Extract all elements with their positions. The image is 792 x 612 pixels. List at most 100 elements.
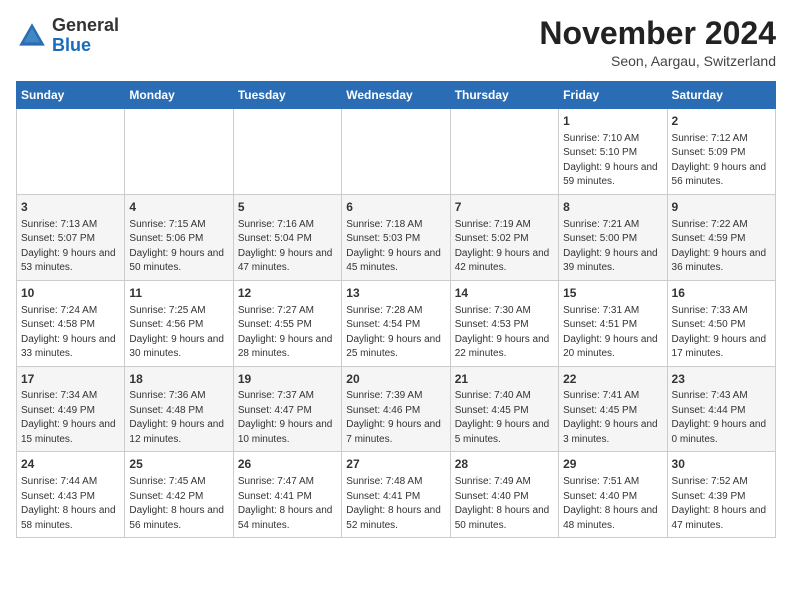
day-number: 23: [672, 371, 771, 388]
day-number: 10: [21, 285, 120, 302]
title-block: November 2024 Seon, Aargau, Switzerland: [539, 16, 776, 69]
calendar-day-cell: 6Sunrise: 7:18 AM Sunset: 5:03 PM Daylig…: [342, 194, 450, 280]
calendar-day-cell: [342, 109, 450, 195]
day-number: 11: [129, 285, 228, 302]
calendar-week-row: 1 Sunrise: 7:10 AM Sunset: 5:10 PM Daylig…: [17, 109, 776, 195]
day-info: Sunrise: 7:16 AM Sunset: 5:04 PM Dayligh…: [238, 218, 337, 276]
day-info: Sunrise: 7:12 AM Sunset: 5:09 PM Dayligh…: [672, 132, 771, 190]
calendar-day-cell: 27 Sunrise: 7:48 AM Sunset: 4:41 PM Dayli…: [342, 452, 450, 538]
day-number: 28: [455, 456, 554, 473]
calendar-day-cell: 21Sunrise: 7:40 AM Sunset: 4:45 PM Dayli…: [450, 366, 558, 452]
day-number: 21: [455, 371, 554, 388]
calendar-day-cell: 24 Sunrise: 7:44 AM Sunset: 4:43 PM Dayli…: [17, 452, 125, 538]
calendar-day-cell: 17Sunrise: 7:34 AM Sunset: 4:49 PM Dayli…: [17, 366, 125, 452]
day-number: 3: [21, 199, 120, 216]
day-info: Sunrise: 7:40 AM Sunset: 4:45 PM Dayligh…: [455, 389, 554, 447]
calendar-day-cell: 23Sunrise: 7:43 AM Sunset: 4:44 PM Dayli…: [667, 366, 775, 452]
weekday-header: Monday: [125, 82, 233, 109]
calendar-day-cell: [233, 109, 341, 195]
day-number: 24: [21, 456, 120, 473]
location-title: Seon, Aargau, Switzerland: [539, 53, 776, 69]
day-info: Sunrise: 7:28 AM Sunset: 4:54 PM Dayligh…: [346, 304, 445, 362]
day-number: 9: [672, 199, 771, 216]
calendar-week-row: 10 Sunrise: 7:24 AM Sunset: 4:58 PM Dayli…: [17, 280, 776, 366]
day-number: 19: [238, 371, 337, 388]
day-info: Sunrise: 7:37 AM Sunset: 4:47 PM Dayligh…: [238, 389, 337, 447]
day-number: 17: [21, 371, 120, 388]
calendar-day-cell: 26 Sunrise: 7:47 AM Sunset: 4:41 PM Dayli…: [233, 452, 341, 538]
day-number: 25: [129, 456, 228, 473]
weekday-header-row: SundayMondayTuesdayWednesdayThursdayFrid…: [17, 82, 776, 109]
calendar-day-cell: 22Sunrise: 7:41 AM Sunset: 4:45 PM Dayli…: [559, 366, 667, 452]
weekday-header: Sunday: [17, 82, 125, 109]
day-number: 18: [129, 371, 228, 388]
weekday-header: Tuesday: [233, 82, 341, 109]
day-number: 8: [563, 199, 662, 216]
calendar-day-cell: 5 Sunrise: 7:16 AM Sunset: 5:04 PM Daylig…: [233, 194, 341, 280]
day-info: Sunrise: 7:44 AM Sunset: 4:43 PM Dayligh…: [21, 475, 120, 533]
logo-blue-text: Blue: [52, 35, 91, 55]
day-info: Sunrise: 7:22 AM Sunset: 4:59 PM Dayligh…: [672, 218, 771, 276]
day-info: Sunrise: 7:10 AM Sunset: 5:10 PM Dayligh…: [563, 132, 662, 190]
day-info: Sunrise: 7:47 AM Sunset: 4:41 PM Dayligh…: [238, 475, 337, 533]
calendar-day-cell: [450, 109, 558, 195]
calendar-day-cell: 15Sunrise: 7:31 AM Sunset: 4:51 PM Dayli…: [559, 280, 667, 366]
calendar-day-cell: 9 Sunrise: 7:22 AM Sunset: 4:59 PM Daylig…: [667, 194, 775, 280]
calendar-day-cell: 25 Sunrise: 7:45 AM Sunset: 4:42 PM Dayli…: [125, 452, 233, 538]
calendar-day-cell: 16 Sunrise: 7:33 AM Sunset: 4:50 PM Dayli…: [667, 280, 775, 366]
calendar-day-cell: [125, 109, 233, 195]
calendar-day-cell: 8Sunrise: 7:21 AM Sunset: 5:00 PM Daylig…: [559, 194, 667, 280]
day-info: Sunrise: 7:34 AM Sunset: 4:49 PM Dayligh…: [21, 389, 120, 447]
day-info: Sunrise: 7:36 AM Sunset: 4:48 PM Dayligh…: [129, 389, 228, 447]
calendar-table: SundayMondayTuesdayWednesdayThursdayFrid…: [16, 81, 776, 538]
day-number: 29: [563, 456, 662, 473]
day-number: 16: [672, 285, 771, 302]
calendar-day-cell: 13 Sunrise: 7:28 AM Sunset: 4:54 PM Dayli…: [342, 280, 450, 366]
calendar-day-cell: 18Sunrise: 7:36 AM Sunset: 4:48 PM Dayli…: [125, 366, 233, 452]
day-info: Sunrise: 7:45 AM Sunset: 4:42 PM Dayligh…: [129, 475, 228, 533]
day-number: 7: [455, 199, 554, 216]
calendar-week-row: 17Sunrise: 7:34 AM Sunset: 4:49 PM Dayli…: [17, 366, 776, 452]
day-info: Sunrise: 7:43 AM Sunset: 4:44 PM Dayligh…: [672, 389, 771, 447]
day-info: Sunrise: 7:49 AM Sunset: 4:40 PM Dayligh…: [455, 475, 554, 533]
day-number: 2: [672, 113, 771, 130]
weekday-header: Friday: [559, 82, 667, 109]
day-info: Sunrise: 7:33 AM Sunset: 4:50 PM Dayligh…: [672, 304, 771, 362]
day-number: 30: [672, 456, 771, 473]
calendar-week-row: 24 Sunrise: 7:44 AM Sunset: 4:43 PM Dayli…: [17, 452, 776, 538]
calendar-day-cell: 4Sunrise: 7:15 AM Sunset: 5:06 PM Daylig…: [125, 194, 233, 280]
day-info: Sunrise: 7:13 AM Sunset: 5:07 PM Dayligh…: [21, 218, 120, 276]
day-number: 4: [129, 199, 228, 216]
day-info: Sunrise: 7:25 AM Sunset: 4:56 PM Dayligh…: [129, 304, 228, 362]
day-number: 13: [346, 285, 445, 302]
day-number: 20: [346, 371, 445, 388]
page-header: General Blue November 2024 Seon, Aargau,…: [16, 16, 776, 69]
day-info: Sunrise: 7:27 AM Sunset: 4:55 PM Dayligh…: [238, 304, 337, 362]
day-number: 14: [455, 285, 554, 302]
day-number: 27: [346, 456, 445, 473]
weekday-header: Saturday: [667, 82, 775, 109]
day-number: 15: [563, 285, 662, 302]
day-number: 5: [238, 199, 337, 216]
day-number: 12: [238, 285, 337, 302]
logo-general-text: General: [52, 15, 119, 35]
day-info: Sunrise: 7:39 AM Sunset: 4:46 PM Dayligh…: [346, 389, 445, 447]
calendar-week-row: 3 Sunrise: 7:13 AM Sunset: 5:07 PM Daylig…: [17, 194, 776, 280]
month-title: November 2024: [539, 16, 776, 51]
day-number: 26: [238, 456, 337, 473]
calendar-day-cell: 11 Sunrise: 7:25 AM Sunset: 4:56 PM Dayli…: [125, 280, 233, 366]
day-info: Sunrise: 7:18 AM Sunset: 5:03 PM Dayligh…: [346, 218, 445, 276]
calendar-day-cell: 7Sunrise: 7:19 AM Sunset: 5:02 PM Daylig…: [450, 194, 558, 280]
day-info: Sunrise: 7:30 AM Sunset: 4:53 PM Dayligh…: [455, 304, 554, 362]
day-number: 1: [563, 113, 662, 130]
day-info: Sunrise: 7:51 AM Sunset: 4:40 PM Dayligh…: [563, 475, 662, 533]
logo: General Blue: [16, 16, 119, 56]
day-info: Sunrise: 7:48 AM Sunset: 4:41 PM Dayligh…: [346, 475, 445, 533]
calendar-day-cell: 30 Sunrise: 7:52 AM Sunset: 4:39 PM Dayli…: [667, 452, 775, 538]
day-info: Sunrise: 7:52 AM Sunset: 4:39 PM Dayligh…: [672, 475, 771, 533]
weekday-header: Thursday: [450, 82, 558, 109]
calendar-day-cell: 1 Sunrise: 7:10 AM Sunset: 5:10 PM Daylig…: [559, 109, 667, 195]
calendar-day-cell: 20Sunrise: 7:39 AM Sunset: 4:46 PM Dayli…: [342, 366, 450, 452]
day-info: Sunrise: 7:24 AM Sunset: 4:58 PM Dayligh…: [21, 304, 120, 362]
day-info: Sunrise: 7:41 AM Sunset: 4:45 PM Dayligh…: [563, 389, 662, 447]
